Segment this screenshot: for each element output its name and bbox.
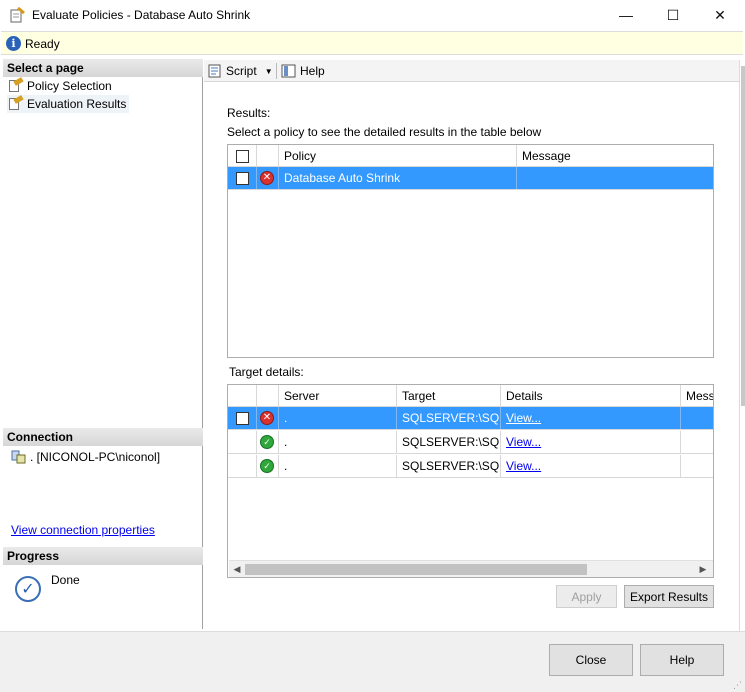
status-column-header — [257, 145, 279, 167]
column-header-message[interactable]: Mess — [681, 385, 713, 407]
evaluate-policy-app-icon — [9, 6, 25, 23]
resize-grip-icon[interactable]: ⋰ — [733, 680, 743, 690]
page-wand-icon — [7, 77, 24, 93]
page-wand-icon — [7, 95, 24, 111]
results-grid-header: Policy Message — [228, 145, 713, 167]
server-cell: . — [279, 407, 397, 429]
page-scrollbar[interactable] — [739, 60, 745, 634]
script-label: Script — [226, 64, 257, 78]
progress-header: Progress — [3, 547, 203, 565]
status-bar: i Ready — [1, 31, 743, 55]
target-grid-header: Server Target Details Mess — [228, 385, 713, 407]
results-label: Results: — [227, 106, 271, 120]
select-all-checkbox-cell — [228, 145, 257, 167]
connection-header: Connection — [3, 428, 203, 446]
left-pane: Select a page Policy Selection Evaluatio… — [3, 59, 203, 629]
view-details-link[interactable]: View... — [506, 459, 541, 473]
target-cell: SQLSERVER:\SQ... — [397, 407, 501, 429]
column-header-message[interactable]: Message — [517, 145, 713, 167]
window-title: Evaluate Policies - Database Auto Shrink — [32, 8, 251, 22]
connection-text: . [NICONOL-PC\niconol] — [30, 450, 161, 464]
success-check-icon: ✓ — [260, 459, 274, 473]
status-cell: ✕ — [257, 167, 279, 189]
select-page-header: Select a page — [3, 59, 203, 77]
connection-info: . [NICONOL-PC\niconol] — [11, 450, 160, 464]
page-item-policy-selection[interactable]: Policy Selection — [7, 77, 127, 95]
error-icon: ✕ — [260, 411, 274, 425]
toolbar-divider — [276, 63, 277, 79]
scrollbar-thumb[interactable] — [245, 564, 587, 575]
message-cell — [681, 455, 713, 477]
row-checkbox[interactable] — [235, 171, 249, 185]
target-cell: SQLSERVER:\SQ... — [397, 455, 501, 477]
view-details-link[interactable]: View... — [506, 411, 541, 425]
progress-text: Done — [51, 573, 80, 587]
table-row[interactable]: ✕ Database Auto Shrink — [228, 167, 713, 190]
details-cell: View... — [501, 407, 681, 429]
success-check-icon: ✓ — [260, 435, 274, 449]
message-cell — [681, 407, 713, 429]
message-cell — [517, 167, 713, 189]
table-row[interactable]: ✓ . SQLSERVER:\SQ... View... — [228, 455, 713, 478]
target-details-grid: Server Target Details Mess ✕ . SQLSERVER… — [227, 384, 714, 578]
script-icon — [207, 64, 223, 78]
column-header-server[interactable]: Server — [279, 385, 397, 407]
server-connection-icon — [11, 450, 27, 464]
page-item-evaluation-results[interactable]: Evaluation Results — [7, 95, 129, 113]
target-details-label: Target details: — [229, 365, 304, 379]
status-cell: ✓ — [257, 455, 279, 477]
error-icon: ✕ — [260, 171, 274, 185]
policy-cell: Database Auto Shrink — [279, 167, 517, 189]
view-details-link[interactable]: View... — [506, 435, 541, 449]
page-item-label: Policy Selection — [27, 79, 112, 93]
row-checkbox-cell — [228, 455, 257, 477]
table-row[interactable]: ✓ . SQLSERVER:\SQ... View... — [228, 431, 713, 454]
status-cell: ✓ — [257, 431, 279, 453]
row-checkbox[interactable] — [235, 411, 249, 425]
status-text: Ready — [25, 37, 60, 51]
results-grid: Policy Message ✕ Database Auto Shrink — [227, 144, 714, 358]
help-button[interactable]: Help — [640, 644, 724, 676]
server-cell: . — [279, 431, 397, 453]
table-row[interactable]: ✕ . SQLSERVER:\SQ... View... — [228, 407, 713, 430]
info-icon: i — [6, 36, 21, 51]
scroll-left-icon[interactable]: ◀ — [230, 562, 244, 576]
results-instruction: Select a policy to see the detailed resu… — [227, 125, 542, 139]
apply-button[interactable]: Apply — [556, 585, 617, 608]
minimize-button[interactable]: — — [603, 0, 649, 30]
status-column-header — [257, 385, 279, 407]
help-toolbar-button[interactable]: Help — [281, 62, 325, 80]
column-header-details[interactable]: Details — [501, 385, 681, 407]
scroll-right-icon[interactable]: ▶ — [696, 562, 710, 576]
column-header-policy[interactable]: Policy — [279, 145, 517, 167]
checkbox-column-header — [228, 385, 257, 407]
help-book-icon — [281, 64, 297, 78]
column-header-target[interactable]: Target — [397, 385, 501, 407]
message-cell — [681, 431, 713, 453]
details-cell: View... — [501, 431, 681, 453]
toolbar: Script ▼ Help — [204, 60, 739, 82]
view-connection-properties-link[interactable]: View connection properties — [11, 523, 155, 537]
details-cell: View... — [501, 455, 681, 477]
close-window-button[interactable]: ✕ — [697, 0, 743, 30]
maximize-button[interactable]: ☐ — [650, 0, 696, 30]
page-item-label: Evaluation Results — [27, 97, 127, 111]
row-checkbox-cell — [228, 431, 257, 453]
title-bar: Evaluate Policies - Database Auto Shrink… — [0, 0, 745, 31]
script-button[interactable]: Script ▼ — [207, 62, 273, 80]
target-cell: SQLSERVER:\SQ... — [397, 431, 501, 453]
status-cell: ✕ — [257, 407, 279, 429]
chevron-down-icon: ▼ — [264, 66, 273, 76]
close-button[interactable]: Close — [549, 644, 633, 676]
export-results-button[interactable]: Export Results — [624, 585, 714, 608]
horizontal-scrollbar[interactable]: ◀ ▶ — [229, 560, 713, 577]
row-checkbox-cell — [228, 407, 257, 429]
check-done-icon: ✓ — [15, 576, 41, 602]
dialog-footer — [0, 631, 745, 692]
row-checkbox-cell — [228, 167, 257, 189]
server-cell: . — [279, 455, 397, 477]
help-label: Help — [300, 64, 325, 78]
select-all-checkbox[interactable] — [235, 149, 249, 163]
